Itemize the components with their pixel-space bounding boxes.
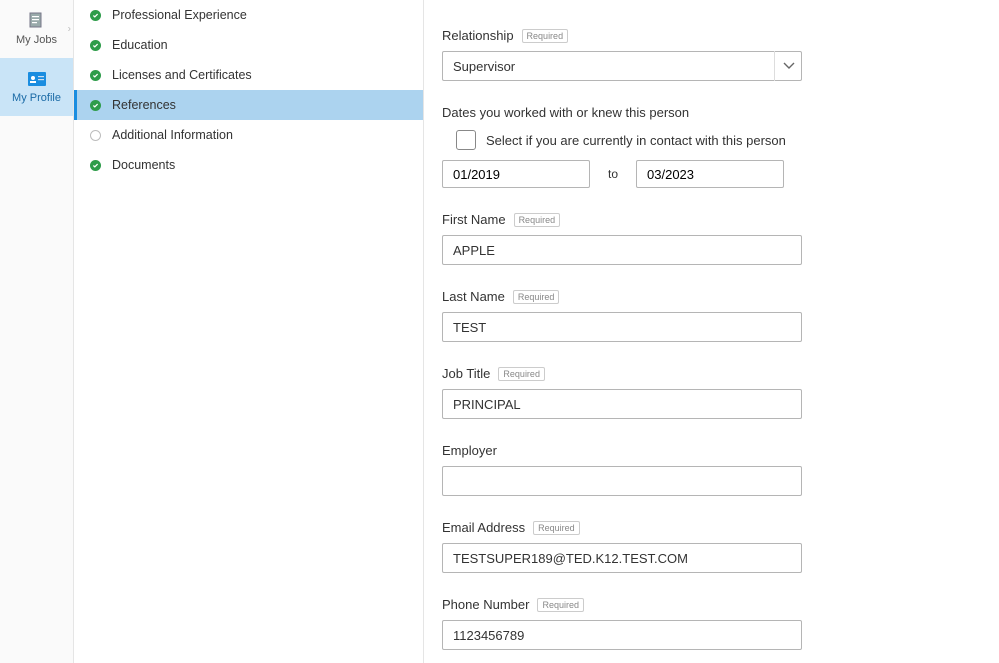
sidenav-label: Additional Information [112,128,233,142]
checkbox-label: Select if you are currently in contact w… [486,133,786,148]
leftbar-item-my-jobs[interactable]: My Jobs › [0,0,73,58]
main-form: Relationship Required Dates you worked w… [424,0,999,663]
sidenav-item-professional-experience[interactable]: Professional Experience [74,0,423,30]
first-name-label: First Name Required [442,212,959,227]
currently-in-contact-checkbox[interactable] [456,130,476,150]
required-badge: Required [514,213,561,227]
check-icon [88,8,102,22]
job-title-label: Job Title Required [442,366,959,381]
circle-icon [88,128,102,142]
employer-input[interactable] [442,466,802,496]
required-badge: Required [522,29,569,43]
relationship-label: Relationship Required [442,28,959,43]
to-label: to [608,167,618,181]
sidenav-item-references[interactable]: References [74,90,423,120]
chevron-right-icon: › [68,24,71,35]
email-input[interactable] [442,543,802,573]
required-badge: Required [513,290,560,304]
sidenav-label: Education [112,38,168,52]
dates-label: Dates you worked with or knew this perso… [442,105,959,120]
relationship-select[interactable] [442,51,802,81]
required-badge: Required [537,598,584,612]
document-icon [28,12,46,30]
sidenav-label: Professional Experience [112,8,247,22]
leftbar-item-my-profile[interactable]: My Profile [0,58,73,116]
first-name-input[interactable] [442,235,802,265]
required-badge: Required [533,521,580,535]
leftbar: My Jobs › My Profile [0,0,74,663]
leftbar-label: My Profile [12,92,61,104]
phone-input[interactable] [442,620,802,650]
check-icon [88,158,102,172]
date-to-input[interactable] [636,160,784,188]
last-name-label: Last Name Required [442,289,959,304]
sidenav-item-documents[interactable]: Documents [74,150,423,180]
job-title-input[interactable] [442,389,802,419]
last-name-input[interactable] [442,312,802,342]
sidenav-item-education[interactable]: Education [74,30,423,60]
required-badge: Required [498,367,545,381]
email-label: Email Address Required [442,520,959,535]
sidenav-label: Licenses and Certificates [112,68,252,82]
check-icon [88,98,102,112]
phone-label: Phone Number Required [442,597,959,612]
check-icon [88,68,102,82]
date-from-input[interactable] [442,160,590,188]
leftbar-label: My Jobs [16,34,57,46]
sidenav-label: Documents [112,158,175,172]
employer-label: Employer [442,443,959,458]
sidenav-item-licenses[interactable]: Licenses and Certificates [74,60,423,90]
sidenav-label: References [112,98,176,112]
sidenav: Professional Experience Education Licens… [74,0,424,663]
check-icon [88,38,102,52]
sidenav-item-additional-info[interactable]: Additional Information [74,120,423,150]
id-card-icon [28,70,46,88]
